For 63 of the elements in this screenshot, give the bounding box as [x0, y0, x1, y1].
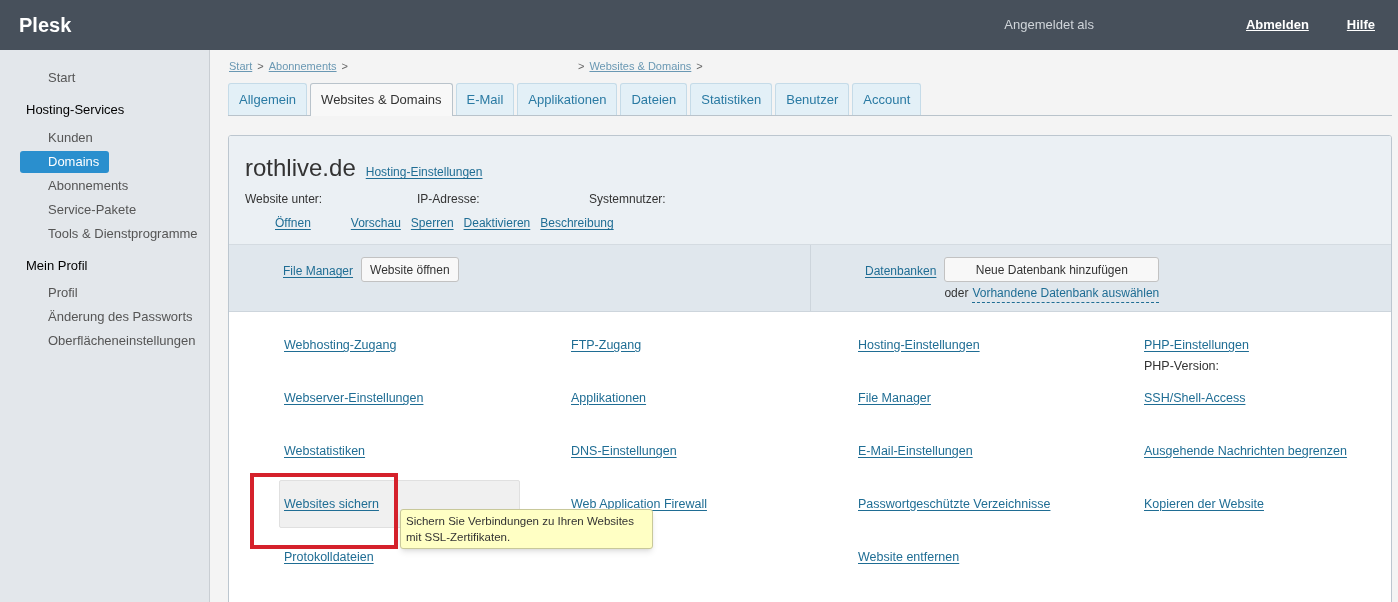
feature-link[interactable]: Webserver-Einstellungen — [284, 391, 424, 405]
php-version-label: PHP-Version: — [1144, 357, 1221, 375]
databases-link[interactable]: Datenbanken — [865, 262, 937, 280]
feature-link[interactable]: Webhosting-Zugang — [284, 338, 397, 352]
feature-link[interactable]: E-Mail-Einstellungen — [858, 444, 973, 458]
sidebar-item[interactable]: Start — [20, 67, 201, 89]
action-link[interactable]: Sperren — [410, 214, 454, 232]
sidebar-item[interactable]: Tools & Dienstprogramme — [20, 222, 201, 245]
header-link[interactable]: Abmelden — [1246, 15, 1309, 35]
action-link[interactable]: Vorschau — [350, 214, 401, 232]
feature-link[interactable]: DNS-Einstellungen — [571, 444, 677, 458]
open-website-button[interactable]: Website öffnen — [361, 257, 459, 282]
logged-in-label: Angemeldet als — [1004, 16, 1094, 35]
or-label: oder — [944, 285, 969, 302]
field-label: IP-Adresse: — [417, 191, 480, 208]
tab[interactable]: Benutzer — [775, 83, 850, 115]
tab[interactable]: Account — [852, 83, 922, 115]
tab[interactable]: Statistiken — [690, 83, 773, 115]
sidebar-heading: Mein Profil — [25, 256, 89, 275]
file-manager-link[interactable]: File Manager — [283, 262, 354, 280]
sidebar-item[interactable]: Domains — [20, 150, 110, 173]
field-label: Systemnutzer: — [589, 191, 666, 208]
add-database-button[interactable]: Neue Datenbank hinzufügen — [944, 257, 1160, 282]
feature-link[interactable]: Webstatistiken — [284, 444, 366, 458]
breadcrumb-separator: > — [578, 58, 585, 74]
sidebar-item[interactable]: Kunden — [20, 126, 201, 149]
tab[interactable]: Dateien — [620, 83, 688, 115]
feature-link[interactable]: SSH/Shell-Access — [1144, 391, 1246, 405]
tab[interactable]: Applikationen — [517, 83, 618, 115]
sidebar-item[interactable]: Oberflächeneinstellungen — [20, 330, 201, 352]
feature-link[interactable]: Ausgehende Nachrichten begrenzen — [1144, 444, 1347, 458]
breadcrumb-separator: > — [341, 58, 348, 74]
sidebar-item[interactable]: Änderung des Passworts — [20, 306, 201, 328]
action-link[interactable]: Beschreibung — [540, 214, 614, 232]
feature-link[interactable]: Web Application Firewall — [571, 497, 707, 511]
feature-link[interactable]: Websites sichern — [284, 497, 379, 511]
feature-link[interactable]: Kopieren der Website — [1144, 497, 1264, 511]
sidebar-item[interactable]: Profil — [20, 282, 201, 304]
feature-link[interactable]: Applikationen — [571, 391, 647, 405]
breadcrumb-separator: > — [696, 58, 703, 74]
tab[interactable]: Websites & Domains — [310, 83, 453, 116]
tooltip: Sichern Sie Verbindungen zu Ihren Websites mit SSL-Zertifikaten. — [400, 509, 653, 549]
domain-title: rothlive.de — [245, 153, 356, 183]
feature-link[interactable]: PHP-Einstellungen — [1144, 338, 1249, 352]
sidebar-heading: Hosting-Services — [25, 101, 126, 119]
feature-link[interactable]: FTP-Zugang — [571, 338, 642, 352]
tab[interactable]: Allgemein — [228, 83, 308, 115]
sidebar-item[interactable]: Service-Pakete — [20, 198, 201, 221]
feature-link[interactable]: File Manager — [858, 391, 931, 405]
header-link[interactable]: Hilfe — [1346, 15, 1375, 35]
field-label: Website unter: — [245, 191, 323, 208]
logo: Plesk — [19, 13, 72, 38]
feature-link[interactable]: Passwortgeschützte Verzeichnisse — [858, 497, 1051, 511]
sidebar-item[interactable]: Abonnements — [20, 174, 201, 197]
action-link[interactable]: Deaktivieren — [463, 214, 531, 232]
select-database-link[interactable]: Vorhandene Datenbank auswählen — [972, 284, 1160, 303]
feature-link[interactable]: Hosting-Einstellungen — [858, 338, 980, 352]
feature-link[interactable]: Protokolldateien — [284, 550, 374, 564]
feature-link[interactable]: Website entfernen — [858, 550, 960, 564]
breadcrumb-separator: > — [257, 58, 264, 74]
hosting-settings-link[interactable]: Hosting-Einstellungen — [365, 163, 483, 181]
action-link[interactable]: Öffnen — [275, 214, 311, 232]
tab[interactable]: E-Mail — [455, 83, 515, 115]
